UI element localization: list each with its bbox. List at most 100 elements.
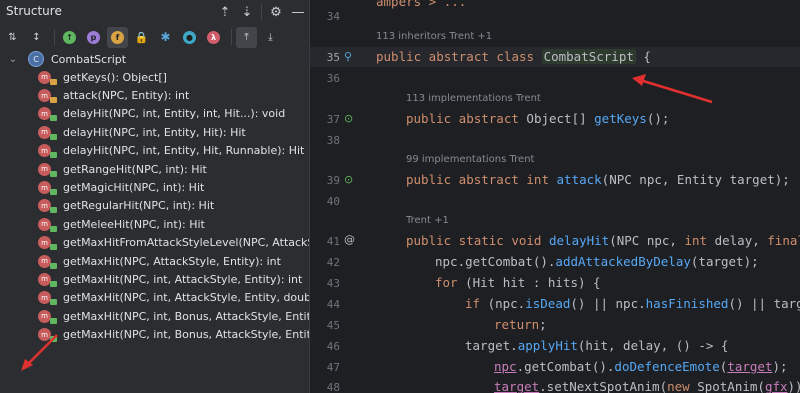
method-icon: m [38,162,57,177]
member-label: getRegularHit(NPC, int): Hit [63,199,215,213]
visibility-lock-icon [50,207,57,214]
code-line: public static void delayHit(NPC npc, int… [406,233,800,248]
annotation-icon: @ [344,233,355,246]
line-number: 48 [326,381,340,393]
member-label: attack(NPC, Entity): int [63,89,190,103]
minimize-icon[interactable]: — [287,2,309,22]
structure-member-item[interactable]: m getMaxHit(NPC, int, AttackStyle, Entity… [0,289,309,307]
structure-member-item[interactable]: m getMaxHit(NPC, int, Bonus, AttackStyle,… [0,325,309,343]
divider [231,29,232,45]
structure-member-item[interactable]: m getMaxHit(NPC, AttackStyle, Entity): in… [0,252,309,270]
structure-member-item[interactable]: m getRangeHit(NPC, int): Hit [0,160,309,178]
structure-member-item[interactable]: m attack(NPC, Entity): int [0,86,309,104]
autoscroll-from-source-icon[interactable]: ⤓ [260,27,281,48]
divider [54,29,55,45]
line-number: 34 [326,10,340,23]
structure-member-item[interactable]: m getMagicHit(NPC, int): Hit [0,178,309,196]
chevron-down-icon[interactable]: ⌄ [6,54,20,65]
inlay-hint[interactable]: 99 implementations Trent [406,154,534,165]
line-number: 36 [326,72,340,85]
structure-member-item[interactable]: m getMaxHit(NPC, int, Bonus, AttackStyle,… [0,307,309,325]
member-label: delayHit(NPC, int, Entity, Hit): Hit [63,125,246,139]
lambdas-icon[interactable]: λ [203,27,224,48]
line-number: 35 [326,51,340,64]
method-icon: m [38,254,57,269]
structure-toolbar: ⇅ ↕ ↑ p f 🔒 ✱ ● λ ⤒ ⤓ [0,25,309,49]
code-line: public abstract class CombatScript { [376,49,651,64]
lombok-icon[interactable]: ✱ [155,27,176,48]
method-icon: m [38,144,57,159]
implemented-icon[interactable]: ⊙ [344,173,353,186]
member-label: getMaxHitFromAttackStyleLevel(NPC, Attac… [63,236,309,250]
line-number: 43 [326,277,340,290]
line-number: 46 [326,340,340,353]
structure-member-item[interactable]: m getMeleeHit(NPC, int): Hit [0,215,309,233]
autoscroll-to-source-icon[interactable]: ⤒ [236,26,257,48]
sort-alpha-icon[interactable]: ⇅ [2,27,23,48]
collapse-all-icon[interactable]: ⇣ [236,2,258,22]
method-icon: m [38,328,57,343]
inlay-hint[interactable]: 113 inheritors Trent +1 [376,31,492,42]
non-public-icon[interactable]: 🔒 [131,27,152,48]
tree-root[interactable]: ⌄ C CombatScript [0,50,309,68]
expand-all-icon[interactable]: ⇡ [214,2,236,22]
inherited-icon[interactable]: ↑ [59,27,80,48]
visibility-lock-icon [50,317,57,324]
member-label: getMaxHit(NPC, AttackStyle, Entity): int [63,254,281,268]
structure-member-item[interactable]: m getMaxHitFromAttackStyleLevel(NPC, Atta… [0,234,309,252]
structure-member-item[interactable]: m delayHit(NPC, int, Entity, Hit): Hit [0,123,309,141]
structure-member-item[interactable]: m delayHit(NPC, int, Entity, int, Hit...)… [0,105,309,123]
implemented-icon[interactable]: ⊙ [344,112,353,125]
gear-icon[interactable]: ⚙ [265,2,287,22]
inlay-hint[interactable]: 113 implementations Trent [406,93,541,104]
member-label: getMaxHit(NPC, int, AttackStyle, Entity,… [63,291,309,305]
line-number: 45 [326,319,340,332]
code-line: npc.getCombat().addAttackedByDelay(targe… [435,254,759,269]
inlay-hint[interactable]: Trent +1 [406,215,449,226]
structure-member-item[interactable]: m getKeys(): Object[] [0,68,309,86]
line-number: 44 [326,298,340,311]
method-icon: m [38,181,57,196]
visibility-lock-icon [50,152,57,159]
member-label: delayHit(NPC, int, Entity, int, Hit...):… [63,107,286,121]
method-icon: m [38,217,57,232]
code-line: target.setNextSpotAnim(new SpotAnim(gfx)… [494,379,800,393]
properties-icon[interactable]: p [83,27,104,48]
structure-member-item[interactable]: m getMaxHit(NPC, int, AttackStyle, Entity… [0,270,309,288]
code-line: target.applyHit(hit, delay, () -> { [465,338,729,353]
line-number: 37 [326,113,340,126]
implemented-by-icon[interactable]: ⚲ [344,50,352,63]
class-name: CombatScript [51,52,127,66]
member-label: getMaxHit(NPC, int, Bonus, AttackStyle, … [63,328,309,342]
method-icon: m [38,199,57,214]
member-label: getMaxHit(NPC, int, AttackStyle, Entity)… [63,272,303,286]
code-line: npc.getCombat().doDefenceEmote(target); [494,359,788,374]
code-line: return; [494,317,547,332]
structure-member-item[interactable]: m delayHit(NPC, int, Entity, Hit, Runnabl… [0,142,309,160]
code-line-partial: ampers > ... [376,0,467,9]
line-number: 41 [326,235,340,248]
visibility-lock-icon [50,170,57,177]
fields-icon[interactable]: f [107,26,128,48]
line-number: 42 [326,256,340,269]
structure-member-item[interactable]: m getRegularHit(NPC, int): Hit [0,197,309,215]
visibility-lock-icon [50,115,57,122]
member-label: getMaxHit(NPC, int, Bonus, AttackStyle, … [63,309,309,323]
visibility-lock-icon [50,189,57,196]
visibility-lock-icon [50,299,57,306]
member-label: getKeys(): Object[] [63,70,167,84]
member-label: getMagicHit(NPC, int): Hit [63,181,205,195]
method-icon: m [38,107,57,122]
visibility-lock-icon [50,133,57,140]
code-line: if (npc.isDead() || npc.hasFinished() ||… [465,296,800,311]
line-number: 39 [326,174,340,187]
method-icon: m [38,236,57,251]
visibility-lock-icon [50,336,57,343]
method-icon: m [38,309,57,324]
line-number: 40 [326,195,340,208]
code-line: for (Hit hit : hits) { [435,275,601,290]
sort-visibility-icon[interactable]: ↕ [26,27,47,48]
member-label: getRangeHit(NPC, int): Hit [63,162,207,176]
anonymous-class-icon[interactable]: ● [179,27,200,48]
code-editor[interactable]: ampers > ... 34 113 inheritors Trent +1 … [309,0,800,393]
